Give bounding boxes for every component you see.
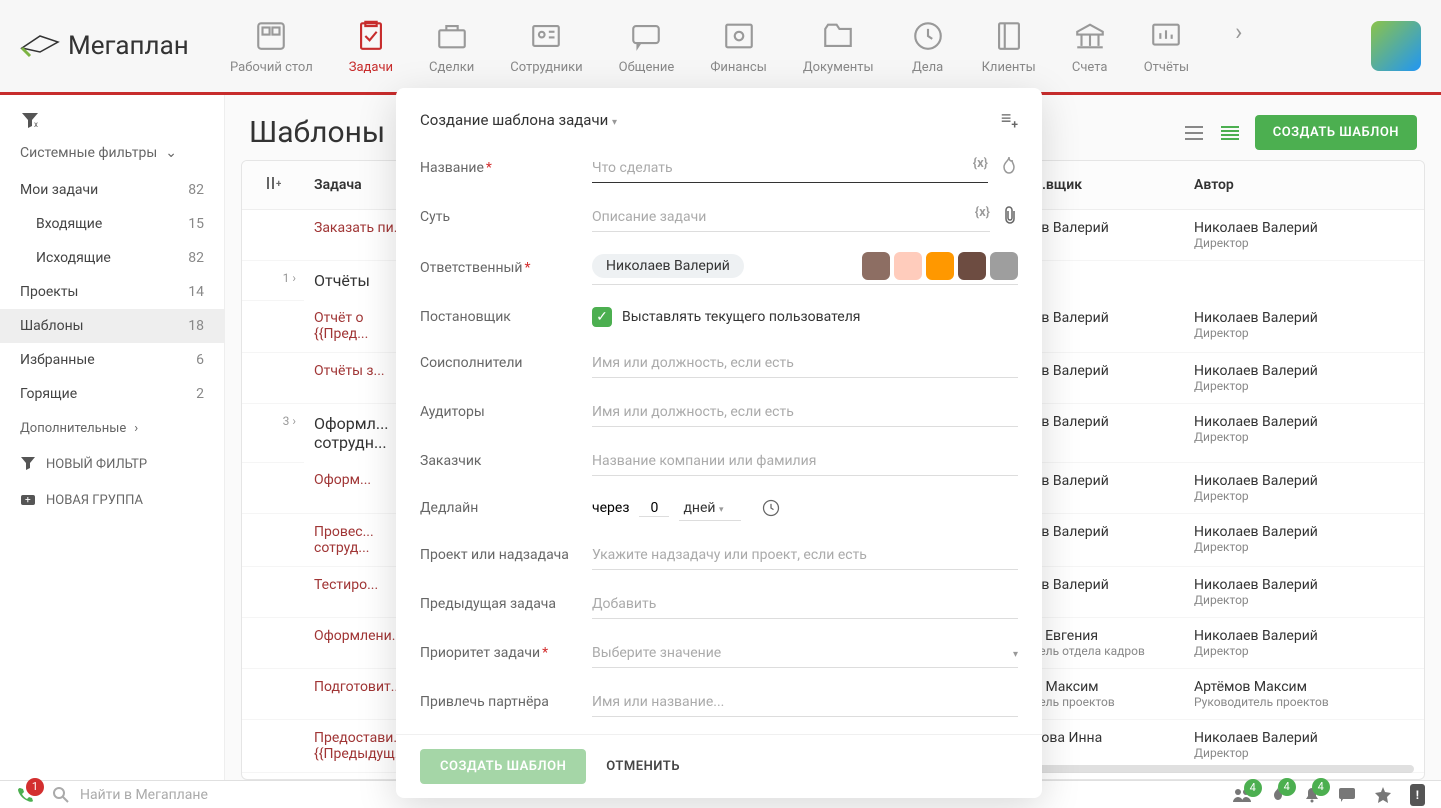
label-coexec: Соисполнители (420, 355, 592, 371)
modal-overlay: Создание шаблона задачи ▾ ≡+ Название* {… (0, 0, 1441, 808)
responsible-chip[interactable]: Николаев Валерий (592, 254, 744, 278)
label-prev-task: Предыдущая задача (420, 596, 592, 612)
label-essence: Суть (420, 209, 592, 225)
avatar[interactable] (990, 252, 1018, 280)
priority-select[interactable] (592, 639, 1018, 668)
chevron-down-icon: ▾ (612, 117, 617, 128)
suggested-avatars (862, 252, 1018, 280)
prev-task-input[interactable] (592, 590, 1018, 619)
label-responsible: Ответственный* (420, 260, 592, 276)
chevron-down-icon: ▾ (1013, 649, 1018, 660)
label-deadline: Дедлайн (420, 500, 592, 516)
essence-input[interactable] (592, 203, 990, 232)
checkbox-label: Выставлять текущего пользователя (622, 309, 861, 325)
paperclip-icon[interactable] (1002, 205, 1018, 229)
cancel-button[interactable]: ОТМЕНИТЬ (606, 759, 680, 774)
auditors-input[interactable] (592, 398, 1018, 427)
avatar[interactable] (926, 252, 954, 280)
variable-icon[interactable]: {x} (975, 205, 990, 220)
coexec-input[interactable] (592, 349, 1018, 378)
submit-button[interactable]: СОЗДАТЬ ШАБЛОН (420, 749, 586, 784)
customer-input[interactable] (592, 447, 1018, 476)
clock-icon[interactable] (761, 498, 781, 518)
name-input[interactable] (592, 154, 988, 183)
label-name: Название* (420, 160, 592, 176)
label-project: Проект или надзадача (420, 547, 592, 563)
label-priority: Приоритет задачи* (420, 645, 592, 661)
add-field-icon[interactable]: ≡+ (1001, 108, 1018, 132)
label-auditors: Аудиторы (420, 404, 592, 420)
partner-input[interactable] (592, 688, 1018, 717)
variable-icon[interactable]: {x} (973, 156, 988, 171)
deadline-value-input[interactable] (639, 500, 669, 517)
avatar[interactable] (958, 252, 986, 280)
create-template-modal: Создание шаблона задачи ▾ ≡+ Название* {… (396, 88, 1042, 798)
avatar[interactable] (894, 252, 922, 280)
avatar[interactable] (862, 252, 890, 280)
deadline-unit-select[interactable]: дней ▾ (679, 496, 741, 521)
deadline-through: через (592, 500, 629, 516)
label-customer: Заказчик (420, 453, 592, 469)
project-input[interactable] (592, 541, 1018, 570)
flame-icon[interactable] (1000, 156, 1018, 180)
modal-title[interactable]: Создание шаблона задачи ▾ (420, 111, 617, 129)
label-setter: Постановщик (420, 309, 592, 325)
label-partner: Привлечь партнёра (420, 694, 592, 710)
current-user-checkbox[interactable]: ✓ (592, 307, 612, 327)
